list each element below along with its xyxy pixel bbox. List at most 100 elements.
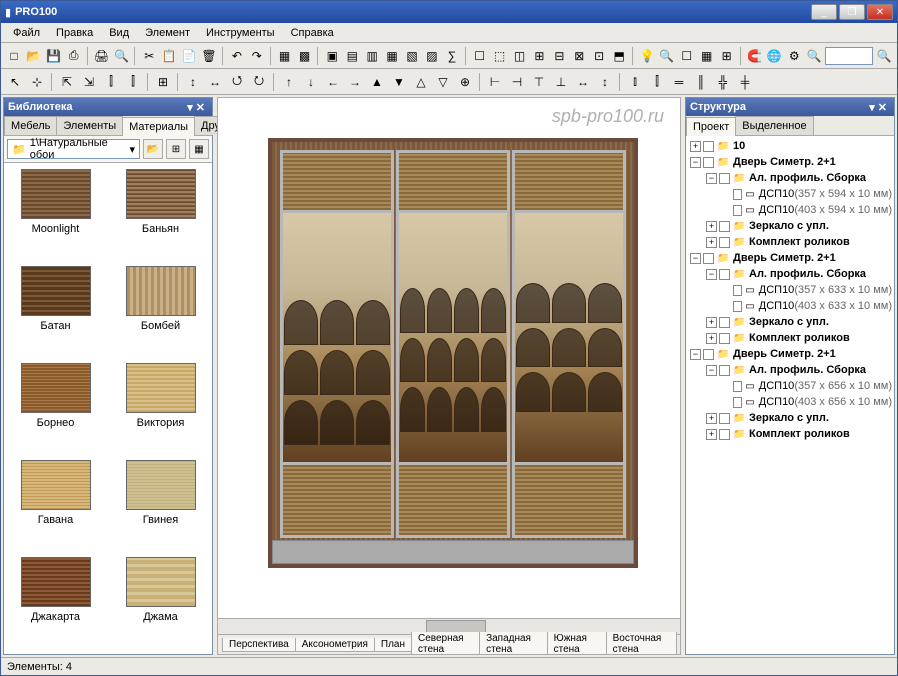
material-Гвинея[interactable]: Гвинея [115, 460, 206, 551]
toolbar-button[interactable]: ⎙ [65, 46, 83, 66]
menu-Файл[interactable]: Файл [5, 25, 48, 41]
expand-icon[interactable]: + [706, 429, 717, 440]
checkbox[interactable] [719, 413, 730, 424]
toolbar-button[interactable]: ☐ [678, 46, 696, 66]
checkbox[interactable] [719, 365, 730, 376]
toolbar-button[interactable]: ✂ [140, 46, 158, 66]
tree-node[interactable]: +📁Зеркало с упл. [688, 410, 892, 426]
tree-node[interactable]: ▭ДСП10 (357 x 633 x 10 мм) [688, 282, 892, 298]
toolbar-button[interactable]: ═ [669, 72, 689, 92]
toolbar-button[interactable]: 🔍 [805, 46, 823, 66]
expand-icon[interactable]: + [706, 333, 717, 344]
menu-Элемент[interactable]: Элемент [137, 25, 198, 41]
material-Джакарта[interactable]: Джакарта [10, 557, 101, 648]
tree-node[interactable]: +📁Комплект роликов [688, 234, 892, 250]
structure-close-icon[interactable]: ✕ [875, 101, 890, 114]
tree-node[interactable]: −📁Дверь Симетр. 2+1 [688, 250, 892, 266]
tree-node[interactable]: +📁Комплект роликов [688, 330, 892, 346]
toolbar-button[interactable]: ▧ [403, 46, 421, 66]
tab-materials[interactable]: Материалы [122, 117, 195, 136]
toolbar-button[interactable]: 🌐 [765, 46, 783, 66]
toolbar-button[interactable]: 📂 [25, 46, 43, 66]
toolbar-button[interactable]: ∑ [443, 46, 461, 66]
checkbox[interactable] [719, 173, 730, 184]
wardrobe-model[interactable] [268, 138, 638, 568]
library-path-combo[interactable]: 📁 1\Натуральные обои ▾ [7, 139, 140, 159]
tree-node[interactable]: +📁Комплект роликов [688, 426, 892, 442]
toolbar-button[interactable]: ║ [691, 72, 711, 92]
toolbar-button[interactable]: ⊥ [551, 72, 571, 92]
toolbar-button[interactable]: 💾 [45, 46, 63, 66]
toolbar-button[interactable]: ⊤ [529, 72, 549, 92]
material-Батан[interactable]: Батан [10, 266, 101, 357]
viewtab-2[interactable]: План [374, 638, 412, 652]
toolbar-button[interactable]: ⫿ [123, 72, 143, 92]
toolbar-button[interactable]: ⚙ [785, 46, 803, 66]
expand-icon[interactable]: + [706, 317, 717, 328]
checkbox[interactable] [719, 333, 730, 344]
view-list-button[interactable]: ⊞ [166, 139, 186, 159]
toolbar-button[interactable]: ↕ [183, 72, 203, 92]
checkbox[interactable] [733, 189, 742, 200]
close-button[interactable]: ✕ [867, 4, 893, 20]
expand-icon[interactable]: − [706, 269, 717, 280]
tab-selected[interactable]: Выделенное [735, 116, 813, 135]
checkbox[interactable] [733, 285, 742, 296]
toolbar-button[interactable]: 🖨 [93, 46, 111, 66]
toolbar-button[interactable]: ⫿ [101, 72, 121, 92]
expand-icon[interactable]: + [706, 221, 717, 232]
toolbar-button[interactable]: ↕ [595, 72, 615, 92]
checkbox[interactable] [719, 237, 730, 248]
toolbar-button[interactable]: ⊟ [550, 46, 568, 66]
tree-node[interactable]: −📁Ал. профиль. Сборка [688, 170, 892, 186]
toolbar-button[interactable]: ⊡ [590, 46, 608, 66]
toolbar-button[interactable]: △ [411, 72, 431, 92]
expand-icon[interactable]: − [706, 365, 717, 376]
toolbar-button[interactable]: ↷ [248, 46, 266, 66]
toolbar-button[interactable]: ⭮ [249, 72, 269, 92]
viewtab-0[interactable]: Перспектива [222, 638, 296, 652]
toolbar-button[interactable]: ⭯ [227, 72, 247, 92]
toolbar-button[interactable]: 📋 [160, 46, 178, 66]
toolbar-button[interactable]: ╪ [735, 72, 755, 92]
toolbar-button[interactable]: ↔ [573, 72, 593, 92]
checkbox[interactable] [719, 317, 730, 328]
toolbar-button[interactable]: ⊕ [455, 72, 475, 92]
toolbar-button[interactable]: ▦ [698, 46, 716, 66]
expand-icon[interactable]: − [690, 349, 701, 360]
material-Баньян[interactable]: Баньян [115, 169, 206, 260]
toolbar-button[interactable]: ↑ [279, 72, 299, 92]
toolbar-input[interactable] [825, 47, 873, 65]
toolbar-button[interactable]: ▼ [389, 72, 409, 92]
toolbar-button[interactable]: ↖ [5, 72, 25, 92]
viewtab-5[interactable]: Южная стена [547, 632, 607, 655]
tree-node[interactable]: −📁Ал. профиль. Сборка [688, 362, 892, 378]
toolbar-button[interactable]: ↓ [301, 72, 321, 92]
tree-node[interactable]: ▭ДСП10 (403 x 594 x 10 мм) [688, 202, 892, 218]
toolbar-button[interactable]: ▲ [367, 72, 387, 92]
maximize-button[interactable]: ❐ [839, 4, 865, 20]
toolbar-button[interactable]: 🔍 [113, 46, 131, 66]
expand-icon[interactable]: − [690, 157, 701, 168]
tab-project[interactable]: Проект [686, 117, 736, 136]
zoom-button[interactable]: 🔍 [875, 46, 893, 66]
toolbar-button[interactable]: ▽ [433, 72, 453, 92]
toolbar-button[interactable]: ◫ [511, 46, 529, 66]
toolbar-button[interactable]: ☐ [471, 46, 489, 66]
menu-Справка[interactable]: Справка [283, 25, 342, 41]
tree-node[interactable]: +📁Зеркало с упл. [688, 218, 892, 234]
toolbar-button[interactable]: ⊣ [507, 72, 527, 92]
toolbar-button[interactable]: ⊢ [485, 72, 505, 92]
checkbox[interactable] [719, 221, 730, 232]
toolbar-button[interactable]: ▦ [383, 46, 401, 66]
minimize-button[interactable]: _ [811, 4, 837, 20]
toolbar-button[interactable]: → [345, 72, 365, 92]
checkbox[interactable] [733, 397, 742, 408]
toolbar-button[interactable]: 💡 [638, 46, 656, 66]
toolbar-button[interactable]: ▨ [423, 46, 441, 66]
toolbar-button[interactable]: ⊞ [153, 72, 173, 92]
toolbar-button[interactable]: ▤ [343, 46, 361, 66]
tree-node[interactable]: +📁10 [688, 138, 892, 154]
checkbox[interactable] [703, 253, 714, 264]
checkbox[interactable] [719, 429, 730, 440]
